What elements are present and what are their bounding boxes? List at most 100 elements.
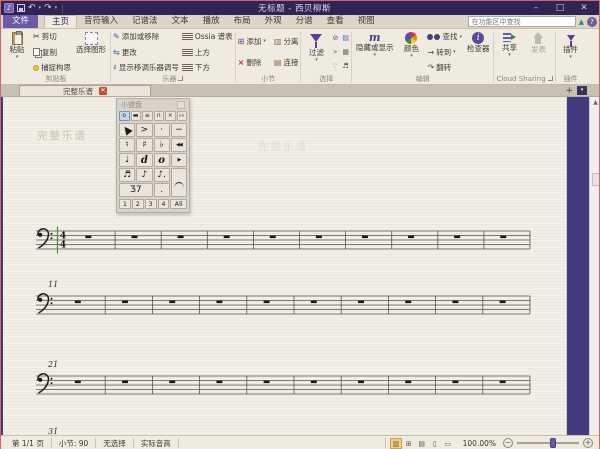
capture-idea-button[interactable]: 捕捉构思	[33, 63, 71, 72]
selection-mini-icon[interactable]: ∵	[332, 62, 338, 70]
inspector-button[interactable]: i 检查器	[465, 31, 492, 73]
minimize-button[interactable]: –	[524, 2, 548, 15]
staff-system-2[interactable]	[34, 290, 534, 322]
staff-system-1[interactable]: 44	[34, 225, 534, 257]
copy-button[interactable]: 复制	[33, 48, 71, 57]
undo-button[interactable]: ↶	[28, 3, 36, 13]
ribbon-search-input[interactable]	[468, 16, 576, 27]
tab-8[interactable]: 分谱	[289, 15, 320, 28]
tab-3[interactable]: 记谱法	[125, 15, 165, 28]
keypad-jazz-articulations-layout[interactable]: ×	[165, 111, 176, 121]
paste-button[interactable]: 粘贴 ▾	[4, 31, 30, 73]
dialog-launcher-icon[interactable]	[178, 76, 183, 81]
keypad-key-tie[interactable]	[171, 168, 187, 197]
tab-4[interactable]: 文本	[165, 15, 196, 28]
keypad-key-tenuto[interactable]: −	[171, 123, 187, 137]
keypad-voice-4[interactable]: 4	[158, 199, 170, 209]
tab-file[interactable]: 文件	[3, 15, 38, 28]
scrollbar-thumb[interactable]	[592, 173, 599, 186]
notes-icon[interactable]: ♬	[342, 62, 349, 70]
dialog-launcher-icon[interactable]	[548, 76, 553, 81]
tab-2[interactable]: 音符输入	[77, 15, 125, 28]
show-transposing-button[interactable]: ♯显示移调乐器调号	[113, 63, 179, 72]
color-button[interactable]: 颜色 ▾	[398, 31, 424, 73]
tab-list-menu-icon[interactable]: ▾	[577, 86, 587, 95]
keypad-key-natural[interactable]: ♮	[119, 138, 135, 152]
add-bar-button[interactable]: ⊞添加▾	[238, 37, 266, 46]
keypad-articulations-layout[interactable]: ∩	[154, 111, 165, 121]
keypad-key-pointer[interactable]	[119, 123, 135, 137]
keypad-close-icon[interactable]	[177, 101, 185, 109]
selection-mini-icon[interactable]: ▦	[342, 48, 349, 56]
change-button[interactable]: ⇆更改	[113, 48, 179, 57]
go-to-button[interactable]: →转到▾	[427, 48, 462, 57]
filter-button[interactable]: 过滤 ▾	[303, 31, 329, 73]
maximize-button[interactable]: □	[548, 2, 572, 15]
publish-button[interactable]: 发表	[525, 31, 551, 73]
keypad-common-notes-layout[interactable]: o	[119, 111, 130, 121]
keypad-beams-tremolos-layout[interactable]: ≡	[142, 111, 153, 121]
ossia-staff-button[interactable]: Ossia 谱表	[182, 32, 233, 41]
selection-mini-icon[interactable]: ▤	[342, 34, 349, 42]
share-button[interactable]: 共享 ▾	[496, 31, 522, 73]
vertical-scrollbar[interactable]: ▲	[589, 97, 599, 435]
keypad-key-eighth-note[interactable]: ♪	[136, 168, 152, 182]
paper[interactable]: 完整乐谱完整乐谱44112131	[3, 97, 567, 435]
zoom-out-button[interactable]: −	[503, 438, 513, 448]
keypad-key-sixteenth-note[interactable]: ♬	[119, 168, 135, 182]
keypad-key-rhythm-dot[interactable]: .	[154, 183, 170, 197]
keypad-more-notes-layout[interactable]: ▬	[131, 111, 142, 121]
selection-mini-icon[interactable]: ➣	[332, 48, 338, 56]
staff-above-button[interactable]: 上方	[182, 48, 233, 57]
join-bar-button[interactable]: ▤连接	[274, 58, 299, 67]
keypad-key-rest[interactable]: Ʒ7	[119, 183, 153, 197]
single-page-view-icon[interactable]: ▤	[416, 438, 428, 449]
help-icon[interactable]: ?	[587, 17, 597, 27]
chevron-down-icon[interactable]: ▾	[55, 5, 58, 11]
redo-button[interactable]: ↷	[44, 3, 52, 13]
wide-view-icon[interactable]: ▭	[442, 438, 454, 449]
zoom-slider[interactable]	[517, 442, 579, 444]
new-tab-button[interactable]: +	[561, 86, 577, 96]
plugins-button[interactable]: 插件 ▾	[558, 31, 584, 73]
keypad-key-dotted-note[interactable]: ♪.	[154, 168, 170, 182]
collapse-ribbon-icon[interactable]: ▲	[579, 18, 584, 26]
filter-off-icon[interactable]: ⊘	[332, 34, 338, 42]
zoom-slider-thumb[interactable]	[550, 438, 556, 448]
keypad-key-sharp[interactable]: ♯	[136, 138, 152, 152]
keypad-panel[interactable]: 小键盘 o▬≡∩×♭♭ >·−♮♯♭◀◀♩do▶♬♪♪.Ʒ7. 1234All	[116, 98, 190, 213]
keypad-key-next-page[interactable]: ▶	[171, 153, 187, 167]
keypad-voice-1[interactable]: 1	[119, 199, 131, 209]
close-button[interactable]: ✕	[572, 2, 596, 15]
keypad-voice-3[interactable]: 3	[145, 199, 157, 209]
panorama-view-icon[interactable]: ▯	[429, 438, 441, 449]
select-graphic-button[interactable]: 选择图形	[74, 31, 108, 73]
tab-5[interactable]: 播放	[196, 15, 227, 28]
document-tab[interactable]: 完整乐谱 ✕	[19, 85, 151, 96]
flip-button[interactable]: ↷翻转	[427, 63, 462, 72]
save-icon[interactable]	[17, 4, 25, 12]
tab-9[interactable]: 查看	[320, 15, 351, 28]
keypad-voice-all[interactable]: All	[170, 199, 187, 209]
find-button[interactable]: 查找▾	[427, 32, 462, 41]
add-or-remove-button[interactable]: ✎添加或移除	[113, 32, 179, 41]
staff-below-button[interactable]: 下方	[182, 63, 233, 72]
close-tab-icon[interactable]: ✕	[99, 87, 107, 95]
tab-7[interactable]: 外观	[258, 15, 289, 28]
keypad-key-flat[interactable]: ♭	[154, 138, 170, 152]
keypad-title-bar[interactable]: 小键盘	[119, 99, 187, 111]
keypad-key-whole-note[interactable]: o	[154, 153, 170, 167]
keypad-key-quarter-note[interactable]: ♩	[119, 153, 135, 167]
keypad-key-prev-page[interactable]: ◀◀	[171, 138, 187, 152]
keypad-key-half-note[interactable]: d	[136, 153, 152, 167]
hide-or-show-button[interactable]: m 隐藏或显示 ▾	[354, 31, 396, 73]
chevron-down-icon[interactable]: ▾	[39, 5, 42, 11]
zoom-in-button[interactable]: +	[583, 438, 593, 448]
spread-view-icon[interactable]: ▥	[390, 438, 402, 449]
tab-1[interactable]: 主页	[44, 15, 77, 28]
split-bar-button[interactable]: ▥分离	[274, 37, 299, 46]
keypad-accidentals-layout[interactable]: ♭♭	[177, 111, 188, 121]
keypad-key-staccato[interactable]: ·	[154, 123, 170, 137]
keypad-key-accent[interactable]: >	[136, 123, 152, 137]
cut-button[interactable]: ✂剪切	[33, 32, 71, 41]
